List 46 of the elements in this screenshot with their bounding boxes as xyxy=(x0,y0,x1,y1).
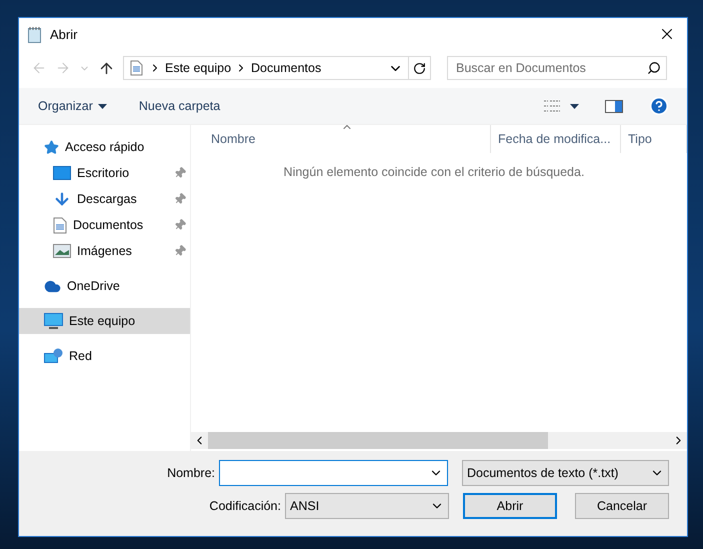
nav-item[interactable]: Acceso rápido xyxy=(19,134,190,160)
monitor-icon xyxy=(44,312,63,330)
nav-item[interactable]: Descargas xyxy=(19,186,190,212)
arrow-right-icon xyxy=(55,60,71,76)
nav-item[interactable]: Documentos xyxy=(19,212,190,238)
nav-item[interactable]: Escritorio xyxy=(19,160,190,186)
preview-pane-button[interactable] xyxy=(603,98,625,114)
help-button[interactable] xyxy=(647,94,671,118)
empty-message: Ningún elemento coincide con el criterio de búsqueda. xyxy=(284,165,584,179)
download-arrow-icon xyxy=(53,190,71,208)
column-header[interactable]: Tipo xyxy=(621,125,687,153)
pane-icon xyxy=(605,100,623,112)
caret-icon xyxy=(98,104,107,108)
breadcrumb[interactable]: Este equipo xyxy=(165,61,232,75)
nav-item[interactable]: Este equipo xyxy=(19,308,190,334)
search-icon xyxy=(647,61,661,75)
list-view-icon xyxy=(544,100,560,112)
document-icon xyxy=(130,60,143,76)
field-label: Nombre: xyxy=(167,466,215,480)
cancel-button[interactable]: Cancelar xyxy=(575,493,669,519)
network-icon xyxy=(44,348,63,364)
encoding-dropdown[interactable]: ANSI xyxy=(285,493,449,519)
address-bar[interactable]: Este equipo Documentos xyxy=(123,56,431,80)
refresh-icon xyxy=(413,62,426,74)
notepad-icon xyxy=(27,26,43,42)
column-header[interactable]: Fecha de modifica... xyxy=(491,125,621,153)
new-folder-button[interactable]: Nueva carpeta xyxy=(138,96,220,116)
open-button[interactable]: Abrir xyxy=(463,493,557,519)
file-type-dropdown[interactable]: Documentos de texto (*.txt) xyxy=(462,460,669,486)
breadcrumb[interactable]: Documentos xyxy=(251,61,322,75)
picture-icon xyxy=(53,244,71,258)
document-icon xyxy=(53,216,67,234)
file-name-field[interactable] xyxy=(219,460,448,486)
column-header[interactable]: Nombre xyxy=(191,125,491,153)
nav-item[interactable]: OneDrive xyxy=(19,273,190,299)
star-icon xyxy=(44,140,59,154)
view-options-button[interactable] xyxy=(542,98,581,114)
search-field[interactable]: Buscar en Documentos xyxy=(447,56,667,80)
nav-item[interactable]: Imágenes xyxy=(19,238,190,264)
monitor-icon xyxy=(53,166,71,180)
organize-menu[interactable]: Organizar xyxy=(38,96,107,116)
nav-item[interactable]: Red xyxy=(19,343,190,369)
field-label: Codificación: xyxy=(209,499,281,513)
window-title: Abrir xyxy=(50,26,78,42)
caret-icon xyxy=(570,104,579,108)
horizontal-scrollbar[interactable] xyxy=(191,432,687,449)
